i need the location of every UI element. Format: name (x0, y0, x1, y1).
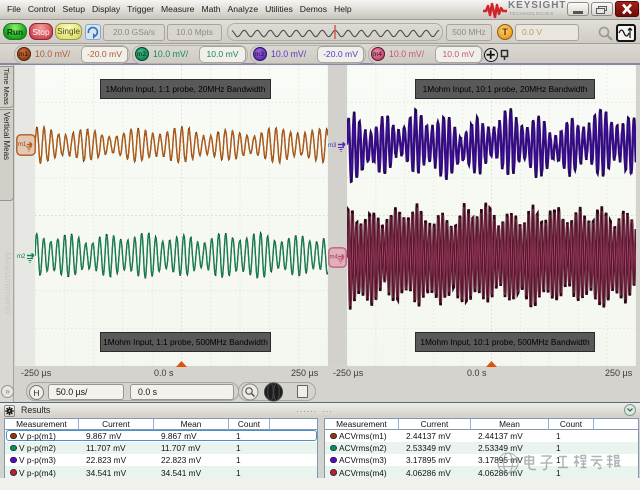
svg-text:m1: m1 (18, 142, 27, 148)
svg-text:m3: m3 (328, 143, 337, 149)
svg-text:m2: m2 (17, 254, 26, 260)
svg-text:m4: m4 (330, 255, 339, 261)
